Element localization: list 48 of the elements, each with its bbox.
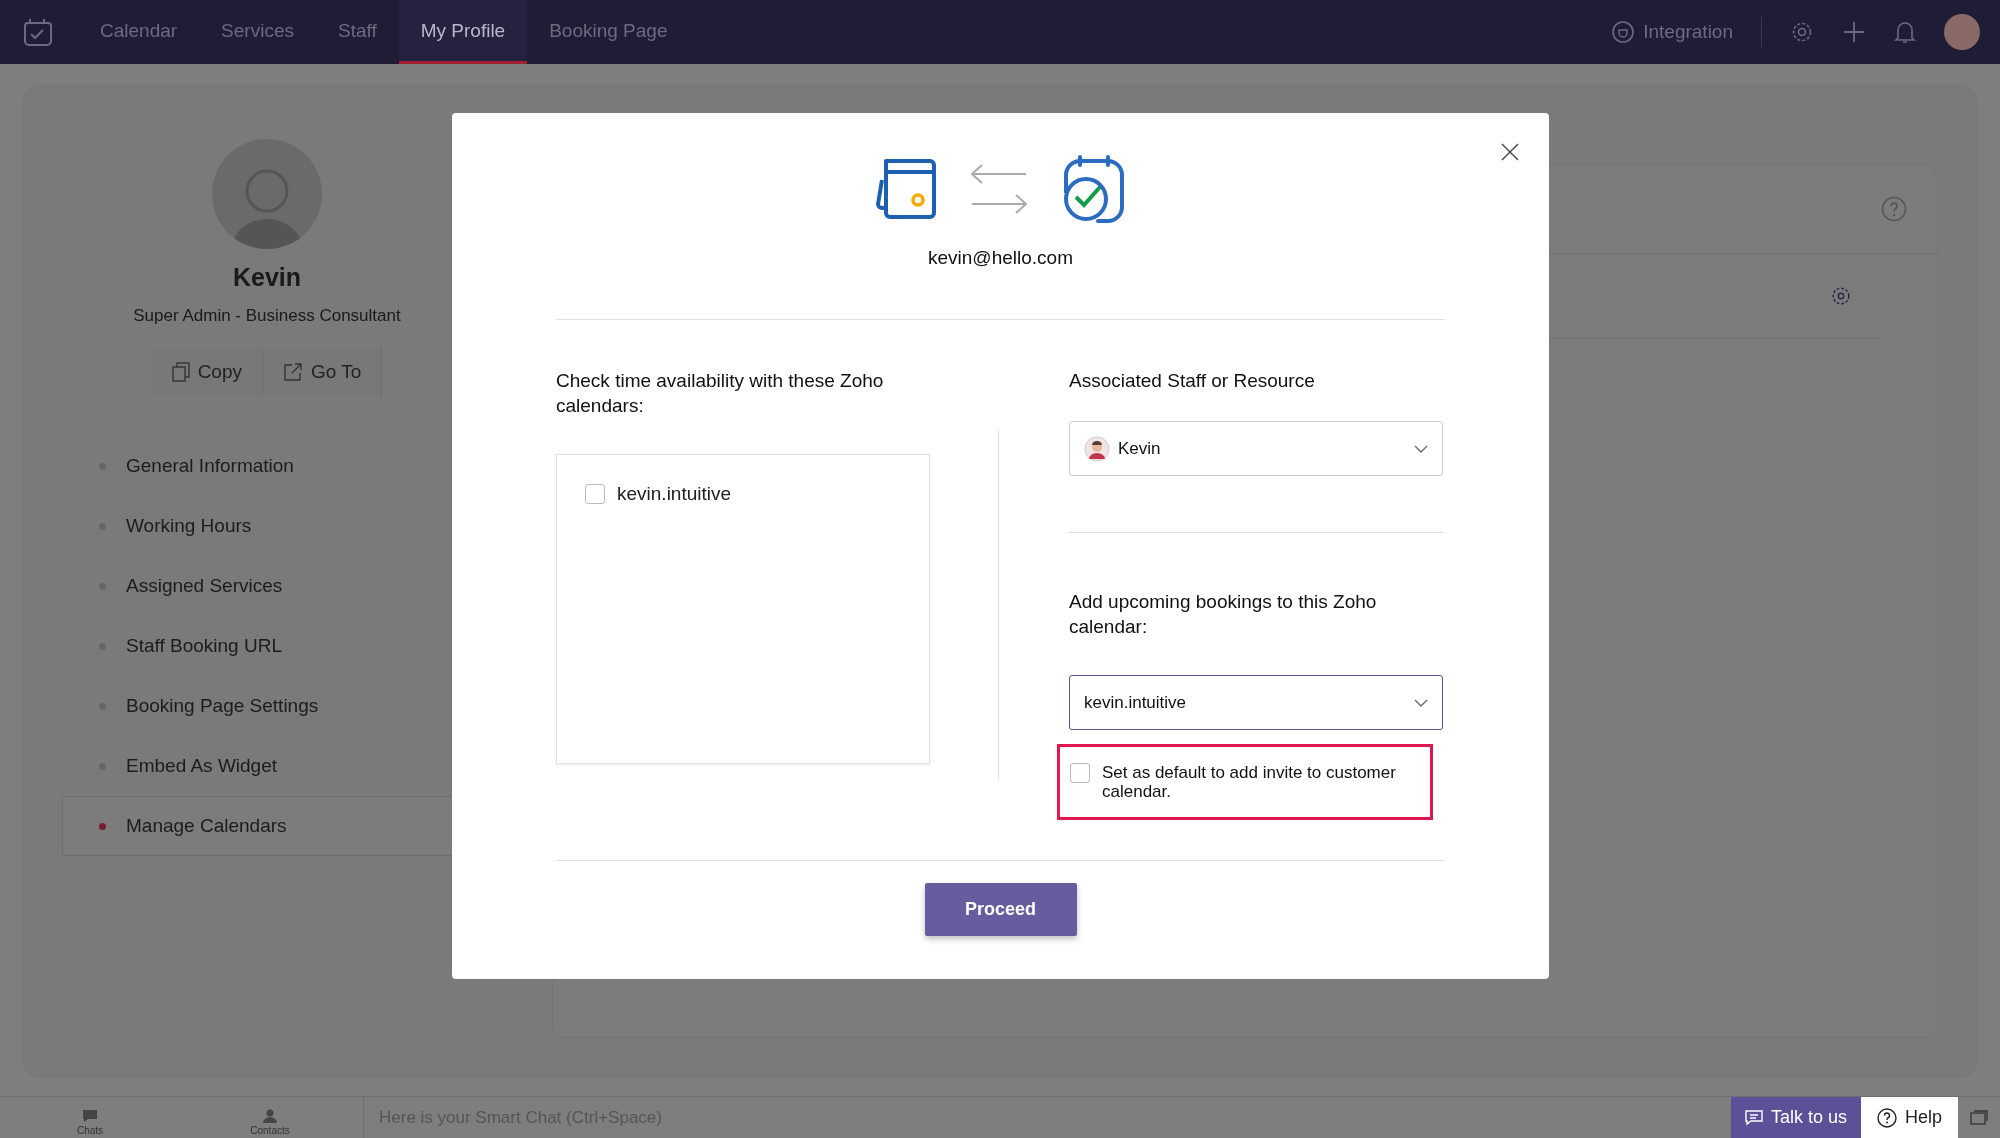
settings-icon[interactable] [1790,20,1814,44]
integration-icon [1611,20,1636,44]
profile-role: Super Admin - Business Consultant [133,306,401,326]
person-icon[interactable] [263,1109,277,1123]
chevron-down-icon [1414,698,1428,707]
close-icon [1501,143,1519,161]
chat-bubble-icon[interactable] [81,1109,99,1123]
profile-name: Kevin [232,263,302,292]
bookings-heading: Add upcoming bookings to this Zoho calendar: [1069,590,1378,639]
profile-menu-item[interactable]: Assigned Services [62,556,502,616]
calendar-name[interactable]: kevin.intuitive [617,483,732,505]
profile-menu-item[interactable]: General Information [62,436,502,496]
chats-label[interactable]: Chats [76,1125,104,1136]
account-email: kevin@hello.com [927,247,1074,269]
checkbox[interactable] [585,484,605,504]
staff-dropdown[interactable]: Kevin [1069,421,1443,476]
profile-menu-item[interactable]: Staff Booking URL [62,616,502,676]
talk-to-us-button[interactable]: Talk to us [1730,1097,1861,1138]
staff-heading: Associated Staff or Resource [1069,369,1316,393]
copy-icon [171,362,190,382]
nav-tab[interactable]: Booking Page [527,0,690,64]
contacts-label[interactable]: Contacts [250,1125,290,1136]
chat-window-icon[interactable] [1970,1109,1988,1126]
chevron-down-icon [1414,444,1428,453]
profile-menu-item[interactable]: Working Hours [62,496,502,556]
settings-icon[interactable] [1830,285,1852,307]
help-icon[interactable] [1881,196,1907,222]
external-link-icon [283,362,303,382]
nav-tab[interactable]: Services [199,0,316,64]
bell-icon[interactable] [1894,20,1916,44]
checkbox[interactable] [1070,763,1090,783]
help-icon [1876,1107,1897,1128]
integration-link[interactable]: Integration [1643,21,1733,43]
profile-menu-item[interactable]: Booking Page Settings [62,676,502,736]
nav-tab[interactable]: My Profile [398,0,528,64]
plus-icon[interactable] [1842,20,1866,44]
avatar-icon [1084,435,1110,462]
bookings-calendar-dropdown[interactable]: kevin.intuitive [1069,675,1443,730]
chat-bubble-icon [1744,1109,1763,1126]
user-avatar[interactable] [1944,14,1980,50]
proceed-button[interactable]: Proceed [924,883,1077,936]
default-invite-label[interactable]: Set as default to add invite to customer calendar. [1102,763,1404,801]
nav-tab[interactable]: Calendar [78,0,200,64]
nav-tab[interactable]: Staff [315,0,399,64]
swap-arrows-icon [969,164,1028,214]
help-button[interactable]: Help [1860,1097,1958,1138]
profile-menu-item[interactable]: Embed As Widget [62,736,502,796]
availability-heading: Check time availability with these Zoho calendars: [556,369,885,418]
